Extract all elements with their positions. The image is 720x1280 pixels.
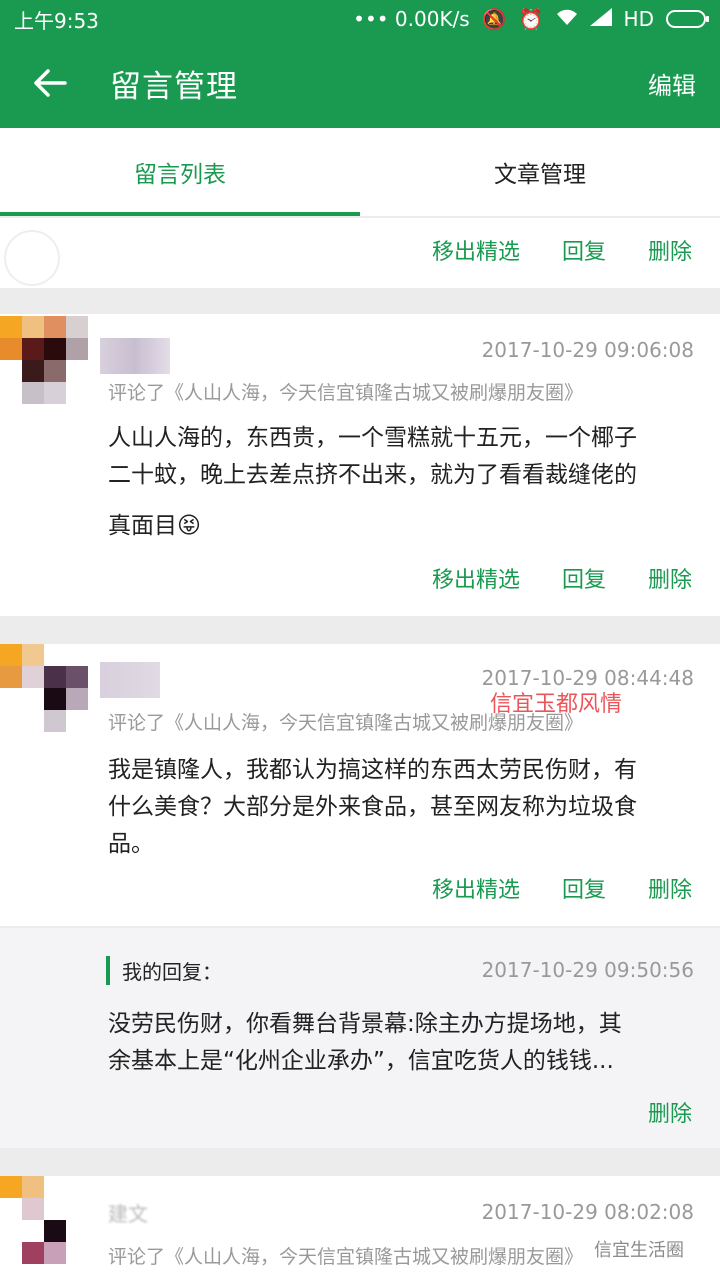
alarm-icon: ⏰ [518,7,544,31]
edit-button[interactable]: 编辑 [648,66,720,101]
delete-button[interactable]: 删除 [648,562,692,594]
username: 建文 [108,1202,148,1226]
tab-bar: 留言列表 文章管理 [0,128,720,216]
reply-line: 没劳民伤财，你看舞台背景幕:除主办方提场地，其 [108,1011,622,1037]
avatar [6,232,58,284]
comment-actions: 移出精选 回复 删除 [432,872,692,904]
app-bar: 留言管理 编辑 [0,38,720,128]
delete-button[interactable]: 删除 [648,1096,692,1128]
username-blurred [100,338,170,374]
carrier-label: HD [623,7,654,31]
comment-line: 品。 [108,831,154,857]
reply-button[interactable]: 回复 [562,234,606,266]
avatar [0,1176,66,1264]
avatar [0,644,88,732]
watermark-corner: 信宜生活圈 [590,1236,688,1262]
comment-line: 二十蚊，晚上去差点挤不出来，就为了看看裁缝佬的 [108,462,637,488]
comment-article-ref: 评论了《人山人海，今天信宜镇隆古城又被刷爆朋友圈》 [108,382,584,404]
delete-button[interactable]: 删除 [648,872,692,904]
comment-timestamp: 2017-10-29 09:06:08 [481,338,694,362]
comment-card-previous: 移出精选 回复 删除 [0,218,720,288]
status-time: 上午9:53 [14,8,99,33]
comment-card: 建文 2017-10-29 08:02:08 评论了《人山人海，今天信宜镇隆古城… [0,1176,720,1280]
wifi-icon [556,7,578,31]
network-speed: ••• 0.00K/s [353,7,470,31]
back-button[interactable] [0,38,100,128]
status-bar: 上午9:53 ••• 0.00K/s 🔕 ⏰ HD [0,0,720,38]
comment-card: 2017-10-29 09:06:08 评论了《人山人海，今天信宜镇隆古城又被刷… [0,314,720,616]
signal-icon [589,7,612,31]
tab-comment-list[interactable]: 留言列表 [0,128,360,216]
comment-body: 人山人海的，东西贵，一个雪糕就十五元，一个椰子 二十蚊，晚上去差点挤不出来，就为… [108,420,698,545]
page-title: 留言管理 [110,68,238,105]
comment-line: 我是镇隆人，我都认为搞这样的东西太劳民伤财，有 [108,757,637,783]
mute-icon: 🔕 [481,7,507,31]
comment-line: 什么美食？大部分是外来食品，甚至网友称为垃圾食 [108,794,637,820]
comment-article-ref: 评论了《人山人海，今天信宜镇隆古城又被刷爆朋友圈》 [108,1246,584,1268]
tab-article-management[interactable]: 文章管理 [360,128,720,216]
remove-featured-button[interactable]: 移出精选 [432,234,520,266]
delete-button[interactable]: 删除 [648,234,692,266]
my-reply-label: 我的回复： [106,956,222,985]
reply-button[interactable]: 回复 [562,562,606,594]
remove-featured-button[interactable]: 移出精选 [432,562,520,594]
comment-line: 人山人海的，东西贵，一个雪糕就十五元，一个椰子 [108,425,637,451]
comment-body: 我是镇隆人，我都认为搞这样的东西太劳民伤财，有 什么美食？大部分是外来食品，甚至… [108,752,698,863]
battery-icon [666,10,709,28]
watermark-center: 信宜玉都风情 [490,692,623,717]
reply-actions: 删除 [648,1096,692,1128]
username-blurred [100,662,160,698]
avatar [0,316,88,404]
comment-line: 真面目😝 [108,513,201,539]
comment-timestamp: 2017-10-29 08:02:08 [481,1200,694,1224]
reply-line: 余基本上是“化州企业承办”，信宜吃货人的钱钱... [108,1048,614,1074]
reply-body: 没劳民伤财，你看舞台背景幕:除主办方提场地，其 余基本上是“化州企业承办”，信宜… [108,1006,698,1080]
comment-card: 2017-10-29 08:44:48 评论了《人山人海，今天信宜镇隆古城又被刷… [0,644,720,926]
reply-button[interactable]: 回复 [562,872,606,904]
comment-actions: 移出精选 回复 删除 [432,562,692,594]
remove-featured-button[interactable]: 移出精选 [432,872,520,904]
reply-timestamp: 2017-10-29 09:50:56 [481,958,694,982]
my-reply-card: 我的回复： 2017-10-29 09:50:56 没劳民伤财，你看舞台背景幕:… [0,928,720,1148]
arrow-left-icon [34,69,67,97]
comment-actions: 移出精选 回复 删除 [432,234,692,266]
